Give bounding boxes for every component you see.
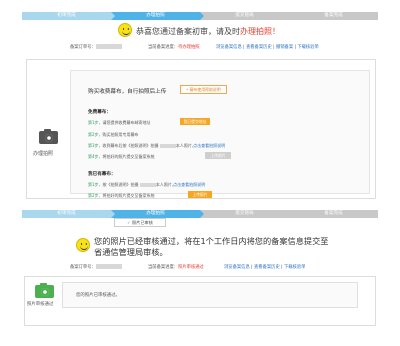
- free-step-3: 第3步，收到幕布后按《拍照说明》拍摄 本人照片,点击查看拍照说明: [88, 143, 226, 148]
- camera-icon-approved: [35, 282, 54, 298]
- link-download-2[interactable]: 下载核验单: [284, 265, 305, 270]
- progress-steps-top: 初审完成 办理拍照 提交管局 备案完成: [22, 12, 378, 20]
- own-curtain-title: 我已有幕布：: [88, 172, 116, 177]
- free-step-2: 第2步，购买拍照用专用幕布: [88, 132, 139, 137]
- record-links: 浏览备案信息 | 查看备案历史 | 撤销备案 | 下载核验单: [216, 45, 319, 50]
- curtain-help-button[interactable]: * 幕布使用帮助说明: [180, 85, 227, 94]
- link-download[interactable]: 下载核验单: [297, 45, 318, 50]
- free-step-4: 第4步，将拍好的照片提交至备案系统: [88, 154, 155, 159]
- order-number-2: 备案订单号：: [70, 264, 122, 270]
- step-record-complete: 备案完成: [289, 12, 378, 20]
- own-step-1: 第1步，按《拍照说明》拍摄 本人照片,点击查看拍照说明: [88, 182, 206, 187]
- approved-message: 您的照片已审核通过。: [76, 293, 120, 298]
- buy-curtain-text: 购买收费幕布，自行拍照后上传: [88, 89, 167, 95]
- camera-icon: [39, 128, 58, 144]
- photo-guide-link-2[interactable]: 点击查看拍照说明: [173, 182, 205, 187]
- photo-label: 办理拍照: [33, 151, 54, 157]
- own-step-2: 第2步，将拍好的照片提交至备案系统: [88, 193, 155, 198]
- step-submit-bureau: 提交管局: [200, 12, 293, 20]
- page-title: 恭喜您通过备案初审，请及时办理拍照！: [136, 27, 280, 36]
- link-history[interactable]: 查看备案历史: [246, 45, 272, 50]
- step-review-done: 初审完成: [22, 12, 115, 20]
- step-submit-bureau-2: 提交管局: [200, 210, 293, 218]
- smiley-icon: [118, 23, 132, 37]
- record-links-2: 浏览备案信息 | 查看备案历史 | 下载核验单: [224, 265, 306, 270]
- order-number: 备案订单号：: [70, 44, 122, 50]
- check-icon: ✓: [127, 220, 131, 225]
- link-history-2[interactable]: 查看备案历史: [254, 265, 280, 270]
- address-submitted-button[interactable]: 我已提交地址: [180, 118, 210, 125]
- free-curtain-title: 免费幕布：: [88, 110, 111, 115]
- record-status: 当前备案进度：待办理拍照: [148, 45, 200, 50]
- upload-photo-button[interactable]: 上传照片: [188, 191, 212, 198]
- progress-steps-bottom: 初审完成 办理拍照 提交管局 备案完成: [22, 210, 378, 218]
- approval-title: 您的照片已经审核通过，将在1个工作日内将您的备案信息提交至省通信管理局审核。: [94, 236, 329, 257]
- free-step-1: 第1步，请您提供收费幕布邮寄地址: [88, 120, 151, 125]
- smiley-icon-2: [76, 238, 90, 252]
- step-photo: 办理拍照: [111, 12, 204, 20]
- step-review-done-2: 初审完成: [22, 210, 115, 218]
- photo-guide-link-1[interactable]: 点击查看拍照说明: [193, 143, 225, 148]
- link-cancel[interactable]: 撤销备案: [276, 45, 293, 50]
- link-view-info-2[interactable]: 浏览备案信息: [224, 265, 250, 270]
- photo-approved-label: 照片审核通过: [27, 302, 54, 307]
- upload-photo-button-disabled[interactable]: 上传照片: [205, 152, 231, 159]
- photo-approved-tooltip: ✓ 照片已审核: [114, 218, 166, 227]
- step-record-complete-2: 备案完成: [289, 210, 378, 218]
- record-status-2: 当前备案进度：照片审核通过: [148, 265, 204, 270]
- step-photo-2: 办理拍照: [111, 210, 204, 218]
- link-view-info[interactable]: 浏览备案信息: [216, 45, 242, 50]
